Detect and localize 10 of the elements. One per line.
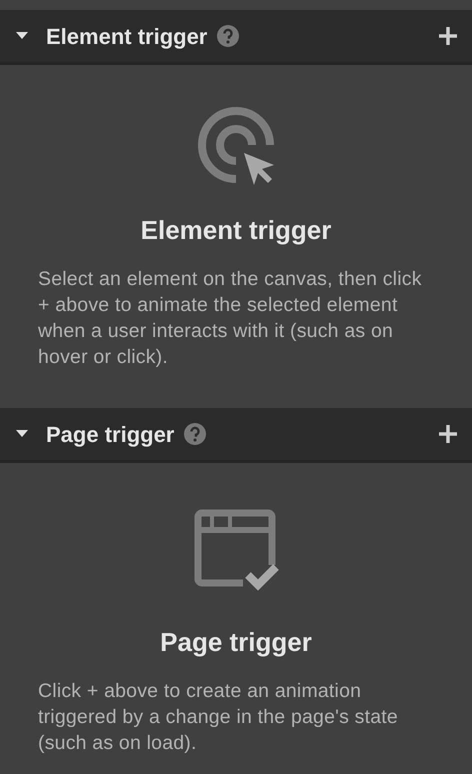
empty-state-description: Click + above to create an animation triggered by a change in the page's state (such as on load).: [38, 679, 399, 756]
help-icon[interactable]: [217, 25, 240, 47]
empty-state-title: Element trigger: [140, 214, 332, 247]
empty-state-title: Page trigger: [160, 626, 312, 659]
help-icon[interactable]: [184, 423, 206, 445]
add-icon[interactable]: [438, 26, 458, 46]
empty-state-description: Select an element on the canvas, then click + above to animate the selected element when a user interacts with it (such as on hover or click).: [38, 267, 423, 370]
section-title: Page trigger: [46, 420, 174, 449]
add-icon[interactable]: [438, 424, 458, 444]
section-title: Element trigger: [46, 22, 208, 51]
